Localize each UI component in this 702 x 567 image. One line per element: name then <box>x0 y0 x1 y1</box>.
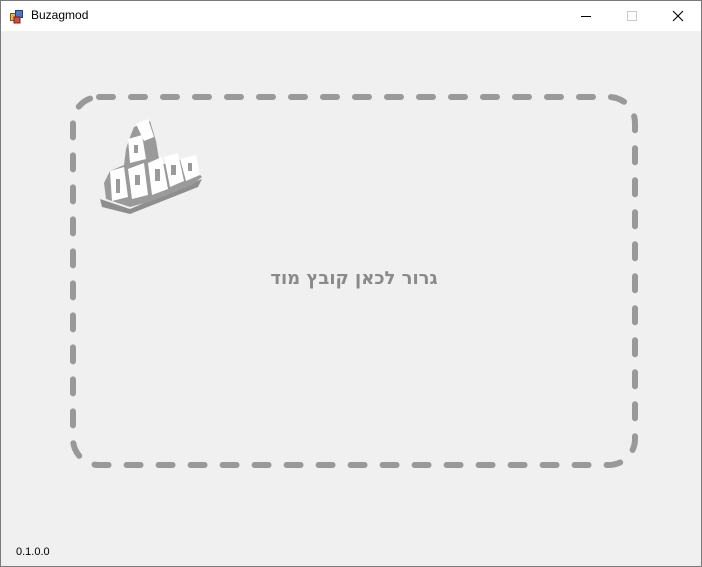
file-drop-zone[interactable]: גרור לכאן קובץ מוד <box>70 94 638 468</box>
minimize-icon <box>581 16 591 17</box>
version-label: 0.1.0.0 <box>16 546 50 558</box>
close-button[interactable] <box>655 1 701 31</box>
window-title: Buzagmod <box>31 8 89 22</box>
close-icon <box>672 10 684 22</box>
app-icon[interactable] <box>10 9 24 24</box>
drop-instruction-text: גרור לכאן קובץ מוד <box>270 268 438 289</box>
maximize-icon <box>627 11 637 21</box>
maximize-button <box>609 1 655 31</box>
buzagmod-logo <box>100 119 205 218</box>
title-bar[interactable]: Buzagmod <box>1 1 701 31</box>
minimize-button[interactable] <box>563 1 609 31</box>
client-area: גרור לכאן קובץ מוד 0.1.0.0 <box>1 31 701 566</box>
app-window: Buzagmod גרור לכאן קובץ מוד 0.1.0.0 <box>0 0 702 567</box>
